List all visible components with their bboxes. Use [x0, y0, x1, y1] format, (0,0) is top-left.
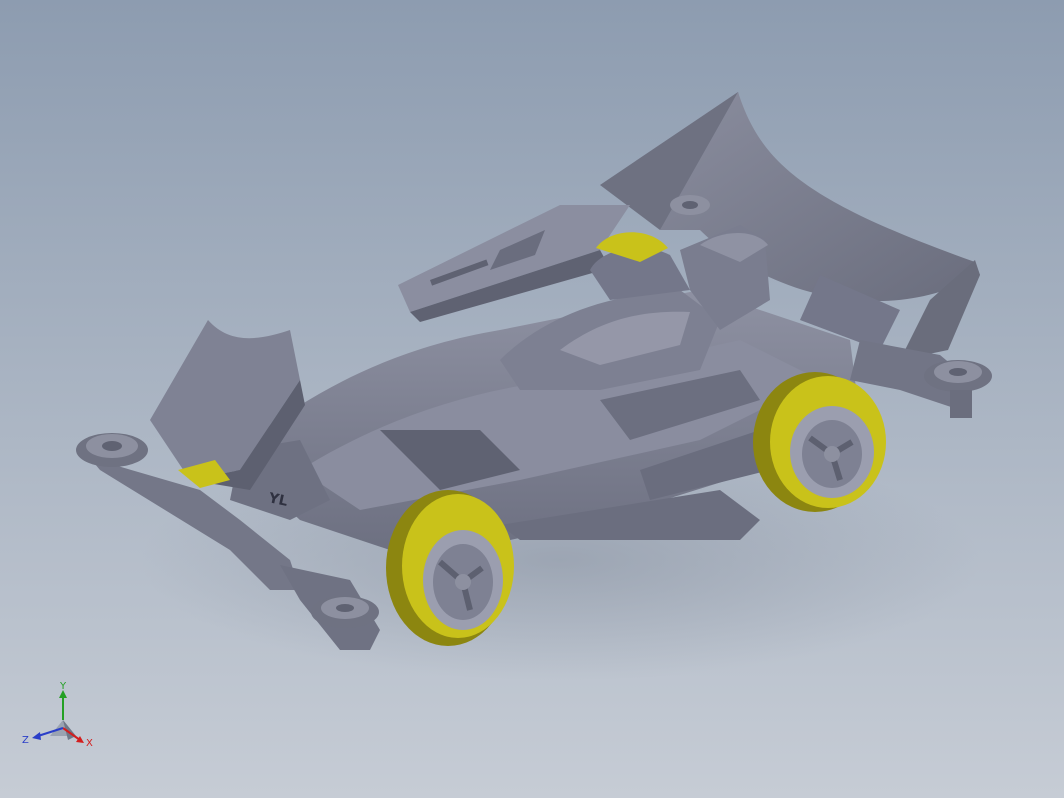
y-axis-label: Y: [59, 681, 67, 692]
z-axis-arrow: Z: [22, 727, 64, 746]
roller-front-left: [76, 433, 148, 467]
x-axis-label: X: [86, 738, 93, 749]
roller-rear-left: [670, 195, 710, 215]
x-axis-arrow: X: [62, 727, 93, 749]
y-axis-arrow: Y: [59, 681, 67, 720]
roller-front-right: [311, 596, 379, 628]
cad-viewport[interactable]: YL Y X Z: [0, 0, 1064, 798]
rear-right-wheel: [753, 372, 886, 512]
z-axis-label: Z: [22, 735, 29, 746]
coordinate-triad: Y X Z: [22, 681, 93, 749]
mini-4wd-car-model[interactable]: YL: [0, 0, 1064, 798]
